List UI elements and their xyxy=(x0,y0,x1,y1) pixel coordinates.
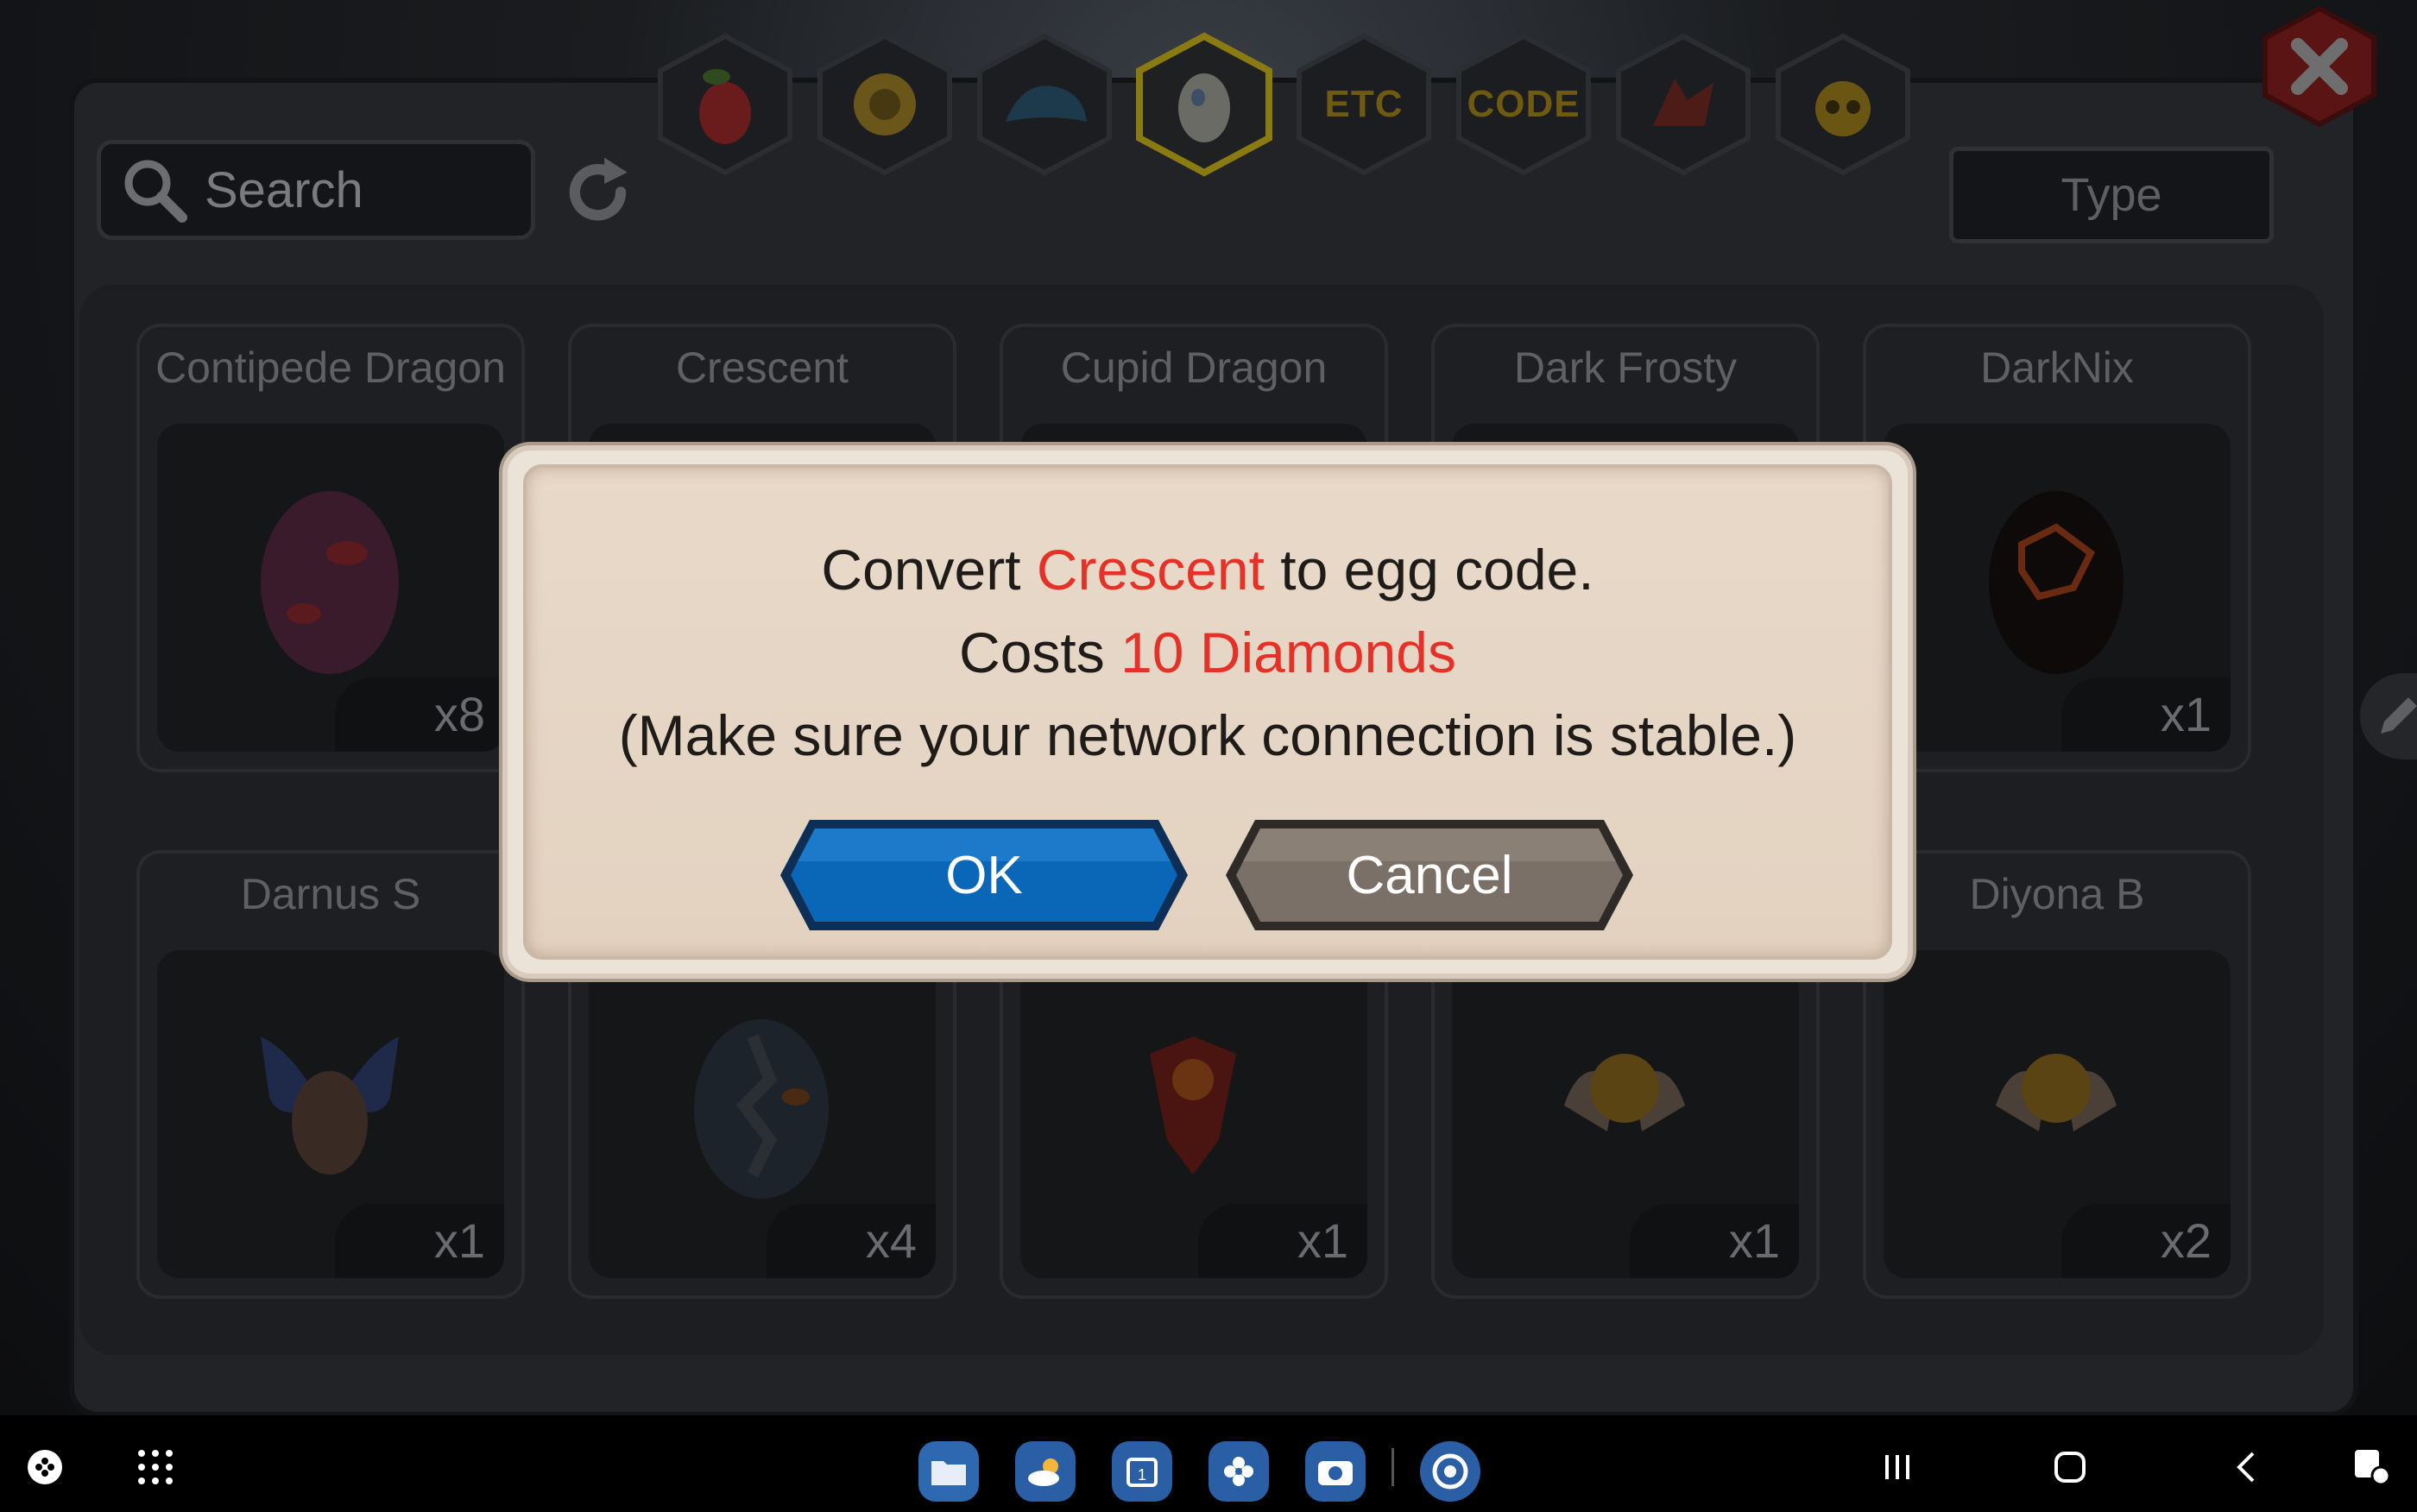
convert-dialog: Convert Crescent to egg code. Costs 10 D… xyxy=(508,450,1908,973)
egg-card-count: x2 xyxy=(2061,1204,2231,1278)
dialog-line-2-prefix: Costs xyxy=(959,621,1121,684)
ok-button[interactable]: OK xyxy=(777,816,1191,934)
purple-egg-icon xyxy=(261,491,399,674)
gold-orb-icon xyxy=(854,73,916,135)
cancel-button[interactable]: Cancel xyxy=(1222,816,1637,934)
egg-card-name: Diyona B xyxy=(1969,870,2145,918)
egg-icon xyxy=(1178,73,1230,142)
dialog-line-1-prefix: Convert xyxy=(821,538,1037,602)
egg-card-name: Contipede Dragon xyxy=(155,343,506,392)
tab-red-dragon[interactable] xyxy=(1610,31,1757,178)
dialog-item-name: Crescent xyxy=(1036,538,1265,602)
dark-egg-icon xyxy=(694,1019,829,1199)
egg-card-count: x1 xyxy=(335,1204,504,1278)
tab-fruit[interactable] xyxy=(652,31,798,178)
egg-card-count: x1 xyxy=(2061,677,2231,752)
golden-wings-icon xyxy=(1564,1054,1685,1131)
yellow-creature-icon xyxy=(1815,81,1871,136)
tab-etc[interactable]: ETC xyxy=(1291,31,1437,178)
edge-panel-handle[interactable] xyxy=(2360,673,2417,759)
home-icon[interactable] xyxy=(2053,1450,2087,1484)
egg-card-name: Dark Frosty xyxy=(1513,343,1738,392)
tab-egg[interactable] xyxy=(1131,31,1278,178)
fruit-icon xyxy=(699,69,751,144)
recent-apps-icon[interactable] xyxy=(1882,1452,1913,1483)
gallery-icon[interactable] xyxy=(1208,1441,1269,1502)
ok-button-label: OK xyxy=(945,845,1023,905)
tab-etc-label: ETC xyxy=(1324,83,1404,125)
chrome-icon[interactable] xyxy=(1420,1441,1480,1502)
calendar-icon[interactable]: 1 xyxy=(1112,1441,1172,1502)
system-taskbar: 1 xyxy=(0,1415,2417,1512)
dialog-line-3: (Make sure your network connection is st… xyxy=(618,703,1797,767)
tab-gold-orb[interactable] xyxy=(811,31,958,178)
red-dragon-icon xyxy=(1653,79,1713,126)
cancel-button-label: Cancel xyxy=(1346,845,1513,905)
dialog-cost: 10 Diamonds xyxy=(1120,621,1456,684)
lava-egg-icon xyxy=(1989,491,2124,674)
close-icon[interactable] xyxy=(2258,5,2381,128)
egg-card-name: Cupid Dragon xyxy=(1060,343,1328,392)
egg-card-count: x1 xyxy=(1198,1204,1367,1278)
dialog-line-1-suffix: to egg code. xyxy=(1264,538,1594,602)
weather-icon[interactable] xyxy=(1015,1441,1076,1502)
butterfly-mask-icon xyxy=(261,1036,399,1175)
fire-wings-icon xyxy=(1150,1036,1236,1175)
golden-wings-icon xyxy=(1996,1054,2117,1131)
app-drawer-icon[interactable] xyxy=(136,1448,174,1486)
egg-card-name: Darnus S xyxy=(240,870,421,918)
pencil-icon xyxy=(2381,697,2417,734)
dock-divider xyxy=(1392,1448,1394,1486)
tab-code[interactable]: CODE xyxy=(1450,31,1597,178)
tab-code-label: CODE xyxy=(1467,83,1581,125)
tab-blue-dragon[interactable] xyxy=(971,31,1118,178)
egg-card[interactable]: Contipede Dragon x8 xyxy=(136,324,525,772)
egg-card-name: Crescent xyxy=(675,343,849,392)
egg-card-count: x4 xyxy=(767,1204,936,1278)
category-tabs: ETC CODE xyxy=(0,19,2417,183)
egg-card-count: x1 xyxy=(1630,1204,1799,1278)
egg-card[interactable]: Diyona B x2 xyxy=(1863,850,2251,1299)
back-icon[interactable] xyxy=(2231,1450,2262,1484)
game-screen: Search Type ETC CODE Contipede Dragon x8… xyxy=(0,0,2417,1415)
camera-icon[interactable] xyxy=(1305,1441,1366,1502)
svg-text:1: 1 xyxy=(1138,1466,1146,1484)
egg-card[interactable]: DarkNix x1 xyxy=(1863,324,2251,772)
accessibility-icon[interactable] xyxy=(2351,1446,2393,1488)
egg-card-name: DarkNix xyxy=(1980,343,2134,392)
blue-dragon-icon xyxy=(1006,85,1087,122)
dialog-line-1: Convert Crescent to egg code. xyxy=(508,537,1908,602)
game-launcher-icon[interactable] xyxy=(26,1448,64,1486)
egg-card-count: x8 xyxy=(335,677,504,752)
tab-yellow-creature[interactable] xyxy=(1770,31,1916,178)
egg-card[interactable]: Darnus S x1 xyxy=(136,850,525,1299)
my-files-icon[interactable] xyxy=(918,1441,979,1502)
dialog-line-2: Costs 10 Diamonds xyxy=(508,620,1908,685)
